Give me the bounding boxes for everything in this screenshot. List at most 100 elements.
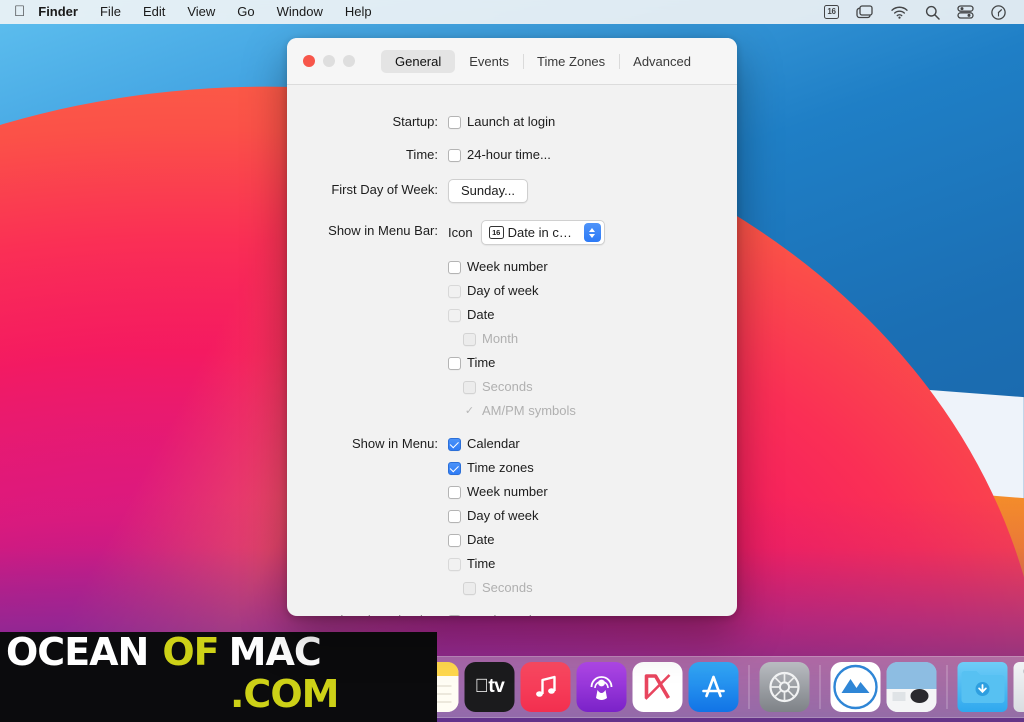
dock-item-music[interactable] xyxy=(520,662,571,712)
first-day-of-week-label: First Day of Week: xyxy=(331,182,438,197)
launch-at-login-checkbox-row[interactable]: Launch at login xyxy=(448,114,555,130)
startup-label: Startup: xyxy=(392,114,438,129)
menubar-day-of-week-row[interactable]: Day of week xyxy=(448,283,576,299)
menu-week-number-label: Week number xyxy=(467,484,548,499)
show-in-menu-field: Calendar Time zones Week number Day of w… xyxy=(448,436,737,596)
dock-item-screenshot-preview[interactable] xyxy=(886,662,937,712)
menu-item-file[interactable]: File xyxy=(89,0,132,24)
menu-item-go[interactable]: Go xyxy=(226,0,265,24)
show-in-menu-label: Show in Menu: xyxy=(352,436,438,451)
first-day-of-week-button[interactable]: Sunday... xyxy=(448,179,528,203)
window-titlebar: General Events Time Zones Advanced xyxy=(287,38,737,85)
row-show-in-menu-bar: Show in Menu Bar: Icon 16 Date in calen.… xyxy=(287,220,737,419)
dock-item-app-store[interactable] xyxy=(688,662,739,712)
tab-events[interactable]: Events xyxy=(455,50,523,73)
show-in-calendar-label: Show in Calendar: xyxy=(287,613,448,616)
calendar-badge-icon: 16 xyxy=(488,226,504,239)
menu-date-checkbox[interactable] xyxy=(448,533,461,547)
menu-item-edit[interactable]: Edit xyxy=(132,0,176,24)
menubar-week-number-checkbox[interactable] xyxy=(448,260,461,274)
watermark-text-line1: OCEAN OF MAC xyxy=(6,630,322,674)
menu-week-number-row[interactable]: Week number xyxy=(448,484,548,500)
menubar-seconds-checkbox xyxy=(463,380,476,394)
menubar-date-checkbox[interactable] xyxy=(448,308,461,322)
tab-advanced[interactable]: Advanced xyxy=(619,50,705,73)
menubar-time-checkbox[interactable] xyxy=(448,356,461,370)
watermark-ocean: OCEAN xyxy=(6,630,149,674)
menubar-seconds-row: Seconds xyxy=(463,379,576,395)
row-time: Time: 24-hour time... xyxy=(287,147,737,163)
calendar-date-value: 16 xyxy=(824,5,839,19)
watermark-text-line2: .COM xyxy=(230,672,339,716)
row-startup: Startup: Launch at login xyxy=(287,114,737,130)
tab-general[interactable]: General xyxy=(381,49,456,73)
show-in-menu-bar-label: Show in Menu Bar: xyxy=(328,223,438,238)
close-button[interactable] xyxy=(303,55,315,67)
menubar-ampm-symbols-row: ✓ AM/PM symbols xyxy=(463,403,576,419)
control-center-icon[interactable] xyxy=(957,5,974,19)
dock-item-tv[interactable]: tv xyxy=(464,662,515,712)
menu-time-row[interactable]: Time xyxy=(448,556,495,572)
menu-item-view[interactable]: View xyxy=(176,0,226,24)
24-hour-time-label: 24-hour time... xyxy=(467,147,551,162)
zoom-button[interactable] xyxy=(343,55,355,67)
minimize-button[interactable] xyxy=(323,55,335,67)
checkmark-icon: ✓ xyxy=(464,405,475,417)
watermark-mac: MAC xyxy=(228,630,322,674)
menubar-month-label: Month xyxy=(482,331,519,346)
menu-calendar-label: Calendar xyxy=(467,436,520,451)
24-hour-time-checkbox-row[interactable]: 24-hour time... xyxy=(448,147,551,163)
dock-item-installer[interactable] xyxy=(830,662,881,712)
calendar-date-icon[interactable]: 16 xyxy=(824,5,839,19)
spotlight-search-icon[interactable] xyxy=(925,5,940,20)
dock-item-downloads-folder[interactable] xyxy=(957,662,1008,712)
menu-date-row[interactable]: Date xyxy=(448,532,494,548)
menubar-month-checkbox xyxy=(463,332,476,346)
preferences-body: Startup: Launch at login Time: 24-hour t… xyxy=(287,114,737,616)
menu-time-zones-row[interactable]: Time zones xyxy=(448,460,534,476)
mission-control-icon[interactable] xyxy=(856,5,874,19)
menubar-date-row[interactable]: Date xyxy=(448,307,576,323)
apple-logo-icon[interactable]:  xyxy=(0,4,36,19)
menu-time-zones-checkbox[interactable] xyxy=(448,461,461,475)
first-day-of-week-field: Sunday... xyxy=(448,179,737,203)
dock-item-system-preferences[interactable] xyxy=(759,662,810,712)
menubar-week-number-row[interactable]: Week number xyxy=(448,259,576,275)
show-in-menu-bar-field: Icon 16 Date in calen... Week number Da xyxy=(448,220,737,419)
menu-bar-icon-popup[interactable]: 16 Date in calen... xyxy=(480,220,605,245)
dock-item-trash[interactable] xyxy=(1013,662,1024,712)
tab-time-zones[interactable]: Time Zones xyxy=(523,50,619,73)
icon-word-label: Icon xyxy=(448,225,473,240)
startup-field: Launch at login xyxy=(448,114,737,130)
menubar-time-row[interactable]: Time xyxy=(448,355,576,371)
launch-at-login-checkbox[interactable] xyxy=(448,115,461,129)
dock-item-podcasts[interactable] xyxy=(576,662,627,712)
menubar-day-of-week-checkbox[interactable] xyxy=(448,284,461,298)
clock-icon[interactable] xyxy=(991,4,1006,20)
menu-bar:  Finder File Edit View Go Window Help 1… xyxy=(0,0,1024,24)
window-controls xyxy=(303,55,355,67)
dock-separator-3 xyxy=(946,665,948,709)
menu-time-checkbox[interactable] xyxy=(448,557,461,571)
menu-calendar-row[interactable]: Calendar xyxy=(448,436,520,452)
menubar-ampm-symbols-label: AM/PM symbols xyxy=(482,403,576,418)
menu-day-of-week-checkbox[interactable] xyxy=(448,509,461,523)
time-field: 24-hour time... xyxy=(448,147,737,163)
wifi-icon[interactable] xyxy=(891,6,908,19)
menu-item-finder[interactable]: Finder xyxy=(36,0,89,24)
menu-calendar-checkbox[interactable] xyxy=(448,437,461,451)
menu-week-number-checkbox[interactable] xyxy=(448,485,461,499)
24-hour-time-checkbox[interactable] xyxy=(448,148,461,162)
preferences-window: General Events Time Zones Advanced Start… xyxy=(287,38,737,616)
chevron-updown-icon[interactable] xyxy=(583,223,601,242)
calendar-week-numbers-checkbox[interactable] xyxy=(448,614,461,616)
dock-item-news[interactable] xyxy=(632,662,683,712)
menu-item-help[interactable]: Help xyxy=(334,0,383,24)
time-label: Time: xyxy=(405,147,438,162)
calendar-week-numbers-row[interactable]: Week numbers xyxy=(448,613,554,616)
menu-seconds-checkbox xyxy=(463,581,476,595)
menu-day-of-week-row[interactable]: Day of week xyxy=(448,508,539,524)
tab-bar: General Events Time Zones Advanced xyxy=(381,49,705,73)
menubar-day-of-week-label: Day of week xyxy=(467,283,539,298)
menu-item-window[interactable]: Window xyxy=(266,0,334,24)
